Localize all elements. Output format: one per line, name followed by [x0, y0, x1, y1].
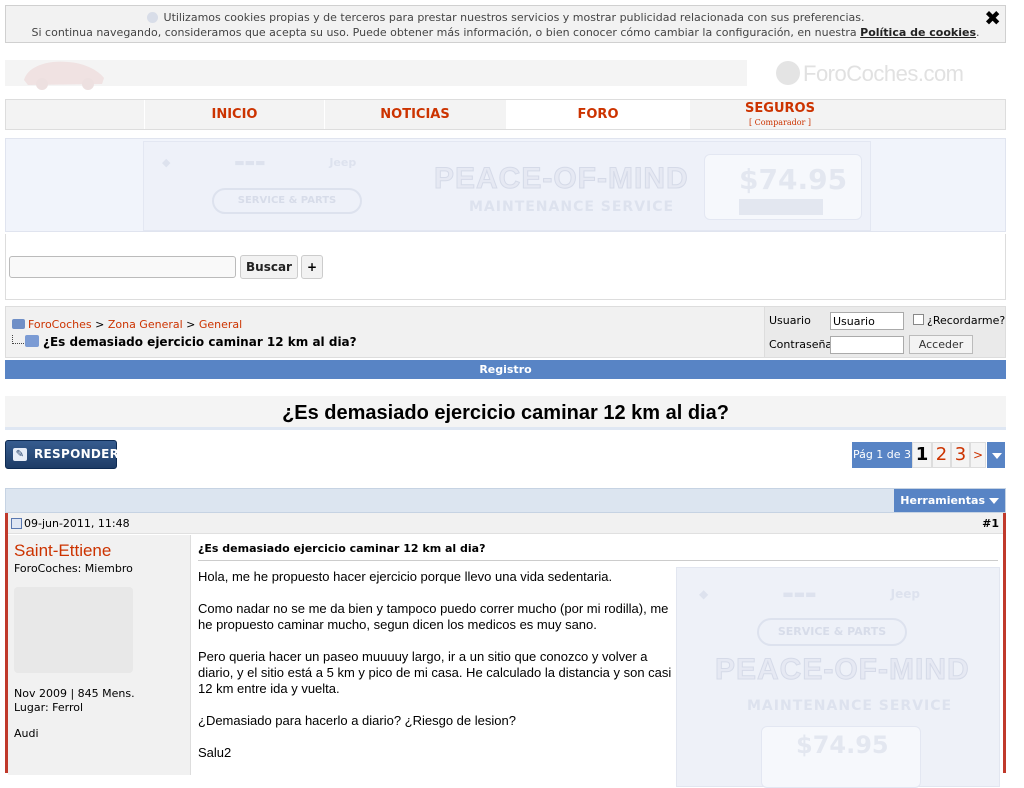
search-input[interactable] [9, 256, 236, 278]
username[interactable]: Saint-Ettiene [14, 541, 111, 561]
ad-banner: ◆ ▬▬▬ Jeep SERVICE & PARTS PEACE-OF-MIND… [5, 138, 1006, 232]
post-ad-subheadline: MAINTENANCE SERVICE [747, 698, 953, 714]
info-icon [146, 12, 158, 23]
header-strip [5, 60, 747, 86]
thread-toolbar: Herramientas [5, 488, 1006, 513]
search-button[interactable]: Buscar [240, 255, 298, 279]
post-ad-headline: PEACE-OF-MIND [715, 653, 970, 686]
nav-inicio[interactable]: INICIO [144, 100, 324, 129]
post-icon [11, 518, 22, 529]
ad-brands: ◆ ▬▬▬ Jeep [162, 156, 357, 169]
advanced-search-button[interactable]: + [301, 255, 323, 279]
nav-foro[interactable]: FORO [506, 100, 689, 129]
tree-line-icon [12, 335, 24, 344]
post-ad-price-box: $74.95 [761, 726, 921, 788]
user-info: Saint-Ettiene ForoCoches: Miembro Nov 20… [8, 535, 191, 775]
page-3[interactable]: 3 [951, 442, 970, 468]
post-date: 09-jun-2011, 11:48 [24, 517, 130, 530]
nav-noticias[interactable]: NOTICIAS [324, 100, 505, 129]
cookie-policy-link[interactable]: Política de cookies [860, 26, 976, 39]
breadcrumb-general[interactable]: General [199, 318, 242, 331]
user-registration: Nov 2009 | 845 Mens. [14, 687, 135, 700]
remember-checkbox[interactable] [913, 314, 924, 325]
forocoches-logo[interactable]: ForoCoches.com [776, 58, 964, 90]
next-page[interactable]: > [970, 442, 986, 468]
nav-seguros-sub: [ Comparador ] [748, 118, 812, 127]
post-ad-brands: ◆ ▬▬▬ Jeep [699, 587, 920, 601]
breadcrumb-thread: ¿Es demasiado ejercicio caminar 12 km al… [12, 335, 357, 349]
close-icon[interactable]: ✖ [984, 6, 1001, 30]
ad-image[interactable]: ◆ ▬▬▬ Jeep SERVICE & PARTS PEACE-OF-MIND… [143, 141, 871, 231]
post-paragraph: Como nadar no se me da bien y tampoco pu… [198, 601, 669, 632]
ad-price-box: $74.95 [704, 154, 862, 220]
registro-link[interactable]: Registro [479, 363, 531, 376]
reply-button-label: RESPONDER [34, 447, 120, 461]
username-input[interactable] [830, 312, 904, 330]
post: 09-jun-2011, 11:48 #1 Saint-Ettiene Foro… [5, 513, 1006, 788]
ball-logo-icon [776, 61, 800, 85]
thread-title: ¿Es demasiado ejercicio caminar 12 km al… [5, 396, 1006, 430]
post-paragraph: ¿Demasiado para hacerlo a diario? ¿Riesg… [198, 713, 516, 728]
cookie-line-1: Utilizamos cookies propias y de terceros… [163, 11, 865, 24]
registro-bar[interactable]: Registro [5, 360, 1006, 379]
post-ad-brand: SERVICE & PARTS [757, 618, 907, 646]
pencil-icon: ✎ [13, 448, 27, 461]
nav-seguros-label: SEGUROS [745, 101, 815, 116]
user-car: Audi [14, 727, 39, 740]
thread-icon [25, 335, 39, 347]
post-paragraph: Salu2 [198, 745, 232, 760]
login-button[interactable]: Acceder [909, 335, 973, 354]
post-paragraph: Hola, me he propuesto hacer ejercicio po… [198, 569, 613, 584]
breadcrumb-forocoches[interactable]: ForoCoches [28, 318, 92, 331]
logo-text: ForoCoches.com [803, 61, 964, 86]
password-input[interactable] [830, 336, 904, 354]
tools-menu[interactable]: Herramientas [894, 489, 1005, 512]
breadcrumb-box: ForoCoches > Zona General > General ¿Es … [5, 306, 1006, 358]
post-text: Hola, me he propuesto hacer ejercicio po… [198, 569, 672, 777]
post-body: ¿Es demasiado ejercicio caminar 12 km al… [192, 535, 1003, 788]
chevron-down-icon[interactable] [986, 442, 1005, 468]
car-logo-icon[interactable] [18, 52, 110, 92]
post-ad-price: $74.95 [796, 731, 889, 759]
ad-cta [739, 199, 823, 215]
post-number[interactable]: #1 [982, 513, 999, 534]
remember-me[interactable]: ¿Recordarme? [913, 314, 1005, 327]
ad-headline: PEACE-OF-MIND [434, 162, 689, 196]
cookie-line-2: Si continua navegando, consideramos que … [31, 26, 857, 39]
username-label: Usuario [769, 314, 811, 327]
post-ad[interactable]: ◆ ▬▬▬ Jeep SERVICE & PARTS PEACE-OF-MIND… [676, 567, 1000, 788]
page-2[interactable]: 2 [932, 442, 951, 468]
avatar[interactable] [14, 587, 133, 673]
search-area: Buscar + [5, 234, 1006, 300]
breadcrumb-zona-general[interactable]: Zona General [108, 318, 183, 331]
nav-seguros[interactable]: SEGUROS [ Comparador ] [689, 100, 870, 129]
password-label: Contraseña [769, 338, 833, 351]
user-rank: ForoCoches: Miembro [14, 562, 133, 575]
post-divider [198, 560, 998, 561]
ad-price: $74.95 [739, 163, 848, 196]
page-1[interactable]: 1 [912, 442, 932, 468]
login-panel: Usuario ¿Recordarme? Contraseña Acceder [764, 307, 1005, 357]
post-paragraph: Pero queria hacer un paseo muuuuy largo,… [198, 649, 672, 696]
forum-home-icon [12, 319, 25, 329]
breadcrumb: ForoCoches > Zona General > General [12, 318, 242, 331]
post-title: ¿Es demasiado ejercicio caminar 12 km al… [198, 542, 486, 555]
remember-label: ¿Recordarme? [927, 314, 1006, 327]
breadcrumb-thread-title: ¿Es demasiado ejercicio caminar 12 km al… [43, 335, 357, 349]
ad-brand: SERVICE & PARTS [212, 188, 362, 214]
page-indicator: Pág 1 de 3 [852, 442, 912, 468]
main-nav: INICIO NOTICIAS FORO SEGUROS [ Comparador… [5, 99, 1006, 130]
ad-subheadline: MAINTENANCE SERVICE [469, 199, 675, 215]
cookie-banner: Utilizamos cookies propias y de terceros… [5, 5, 1006, 43]
user-location: Lugar: Ferrol [14, 701, 84, 714]
post-header: 09-jun-2011, 11:48 #1 [8, 513, 1003, 534]
reply-button[interactable]: ✎ RESPONDER [5, 440, 120, 469]
